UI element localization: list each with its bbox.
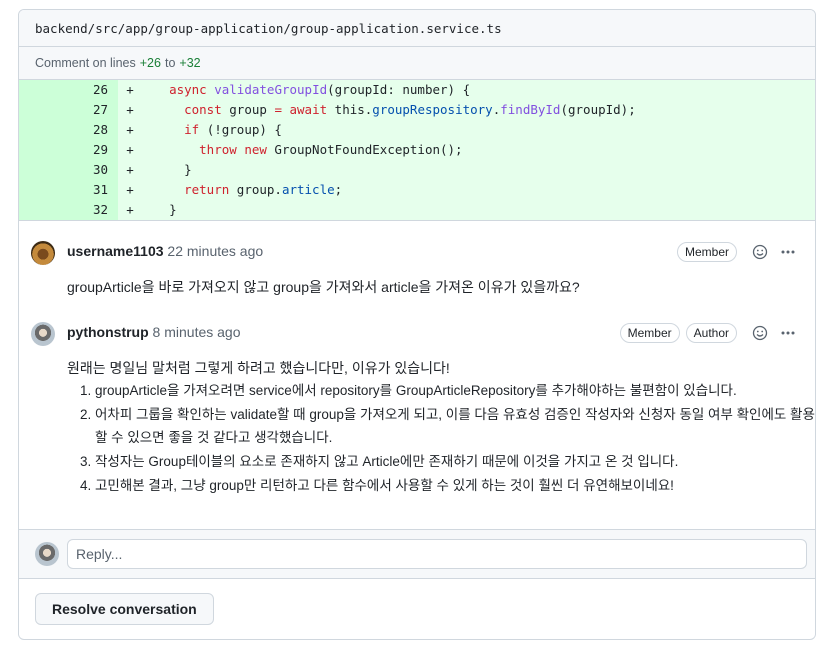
- line-to: +32: [179, 56, 201, 70]
- line-number: 30: [19, 160, 118, 180]
- smiley-icon[interactable]: [749, 322, 771, 344]
- code: if (!group) {: [184, 122, 282, 137]
- comment-intro: 원래는 명일님 말처럼 그렇게 하려고 했습니다만, 이유가 있습니다!: [67, 360, 450, 376]
- diff-line: 26 + async validateGroupId(groupId: numb…: [19, 80, 815, 100]
- author-name[interactable]: username1103: [67, 243, 164, 259]
- diff-sign: +: [126, 162, 134, 177]
- code: return group.article;: [184, 182, 343, 197]
- diff-sign: +: [126, 122, 134, 137]
- resolve-conversation-button[interactable]: Resolve conversation: [35, 593, 214, 625]
- comment-header: username1103 22 minutes ago: [67, 243, 263, 259]
- author-badge: Author: [685, 323, 737, 343]
- diff-line: 31 + return group.article;: [19, 180, 815, 200]
- kebab-horizontal-icon[interactable]: [777, 322, 799, 344]
- diff-sign: +: [126, 82, 134, 97]
- list-item: groupArticle을 가져오려면 service에서 repository…: [95, 379, 815, 402]
- review-thread: backend/src/app/group-application/group-…: [18, 9, 816, 640]
- list-item: 어차피 그룹을 확인하는 validate할 때 group을 가져오게 되고,…: [95, 403, 815, 449]
- avatar[interactable]: [31, 241, 55, 265]
- line-number: 26: [19, 80, 118, 100]
- avatar: [35, 542, 59, 566]
- review-comment: pythonstrup 8 minutes ago Member Author …: [19, 309, 815, 531]
- comment-badges: Member Author: [619, 322, 799, 344]
- code: const group = await this.groupRespositor…: [184, 102, 636, 117]
- diff-line: 32 + }: [19, 200, 815, 220]
- diff-sign: +: [126, 102, 134, 117]
- comment-header: pythonstrup 8 minutes ago: [67, 324, 241, 340]
- list-item: 고민해본 결과, 그냥 group만 리턴하고 다른 함수에서 사용할 수 있게…: [95, 474, 815, 497]
- reply-input[interactable]: [67, 539, 807, 569]
- comment-lines-note: Comment on lines +26 to +32: [19, 47, 815, 79]
- diff-line: 29 + throw new GroupNotFoundException();: [19, 140, 815, 160]
- reply-bar: [19, 529, 815, 579]
- member-badge: Member: [619, 323, 680, 343]
- comment-body: groupArticle을 바로 가져오지 않고 group을 가져와서 art…: [67, 279, 580, 295]
- smiley-icon[interactable]: [749, 241, 771, 263]
- line-number: 28: [19, 120, 118, 140]
- line-from: +26: [139, 56, 161, 70]
- kebab-horizontal-icon[interactable]: [777, 241, 799, 263]
- comment-list: groupArticle을 가져오려면 service에서 repository…: [67, 379, 815, 498]
- avatar[interactable]: [31, 322, 55, 346]
- author-name[interactable]: pythonstrup: [67, 324, 149, 340]
- diff-line: 28 + if (!group) {: [19, 120, 815, 140]
- code: throw new GroupNotFoundException();: [199, 142, 463, 157]
- comment-time[interactable]: 22 minutes ago: [167, 243, 263, 259]
- line-number: 27: [19, 100, 118, 120]
- line-number: 32: [19, 200, 118, 220]
- diff-line: 27 + const group = await this.groupRespo…: [19, 100, 815, 120]
- member-badge: Member: [676, 242, 737, 262]
- list-item: 작성자는 Group테이블의 요소로 존재하지 않고 Article에만 존재하…: [95, 450, 815, 473]
- review-comment: username1103 22 minutes ago Member group…: [19, 221, 815, 309]
- line-number: 31: [19, 180, 118, 200]
- file-path[interactable]: backend/src/app/group-application/group-…: [35, 21, 502, 36]
- code: }: [169, 202, 177, 217]
- file-path-header: backend/src/app/group-application/group-…: [19, 10, 815, 47]
- comment-time[interactable]: 8 minutes ago: [153, 324, 241, 340]
- diff-sign: +: [126, 142, 134, 157]
- diff-line: 30 + }: [19, 160, 815, 180]
- diff-hunk: 26 + async validateGroupId(groupId: numb…: [19, 79, 815, 221]
- line-number: 29: [19, 140, 118, 160]
- diff-sign: +: [126, 202, 134, 217]
- diff-sign: +: [126, 182, 134, 197]
- code: }: [184, 162, 192, 177]
- code: async validateGroupId(groupId: number) {: [169, 82, 471, 97]
- comment-badges: Member: [676, 241, 799, 263]
